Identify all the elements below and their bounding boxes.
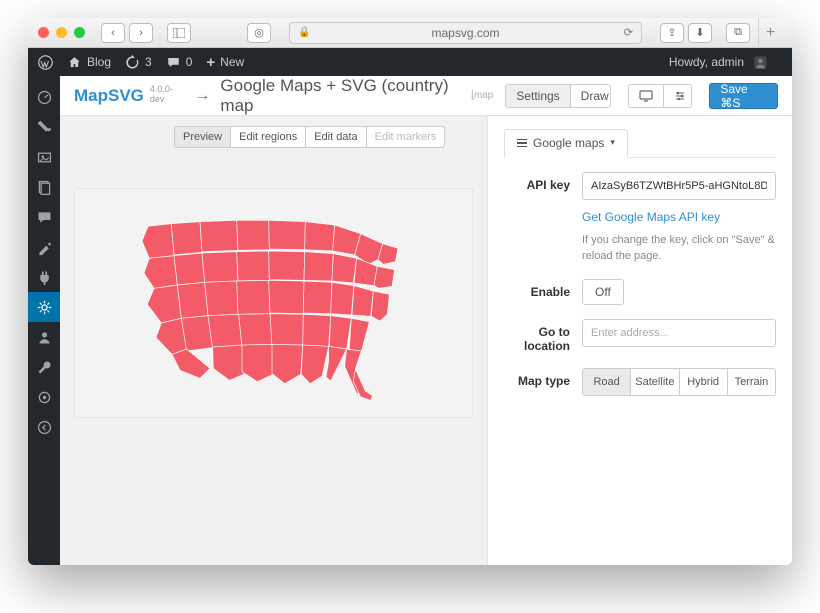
maptype-hybrid[interactable]: Hybrid (680, 369, 728, 395)
row-maptype: Map type Road Satellite Hybrid Terrain (504, 368, 776, 396)
view-tools (628, 84, 692, 108)
maptype-road[interactable]: Road (583, 369, 631, 395)
tab-edit-markers: Edit markers (366, 126, 446, 148)
window-controls (38, 27, 85, 38)
google-maps-tab-label: Google maps (533, 136, 604, 150)
wp-comments-count: 0 (186, 55, 193, 69)
mode-switch: Settings Draw (505, 84, 610, 108)
apikey-note: If you change the key, click on "Save" &… (582, 232, 776, 265)
label-goto: Go to location (504, 319, 582, 354)
link-get-api-key[interactable]: Get Google Maps API key (582, 210, 720, 224)
label-maptype: Map type (504, 368, 582, 396)
wp-sidebar (28, 76, 60, 565)
back-button[interactable]: ‹ (101, 23, 125, 43)
downloads-button[interactable]: ⬇ (688, 23, 712, 43)
wp-site-label: Blog (87, 55, 111, 69)
url-text: mapsvg.com (431, 26, 499, 40)
browser-window: ‹ › ◎ 🔒 mapsvg.com ⟳ ⇪ ⬇ ⧉ + Blog 3 (28, 18, 792, 565)
page-tag: [map (471, 90, 493, 101)
wp-howdy-label: Howdy, admin (669, 55, 744, 69)
close-icon[interactable] (38, 27, 49, 38)
wp-admin-bar: Blog 3 0 + New Howdy, admin (28, 48, 792, 76)
brand[interactable]: MapSVG (74, 86, 144, 106)
sidebar-item-comments[interactable] (28, 202, 60, 232)
version-badge: 4.0.0-dev (150, 84, 185, 104)
url-bar[interactable]: 🔒 mapsvg.com ⟳ (289, 22, 642, 44)
sidebar-item-appearance[interactable] (28, 232, 60, 262)
label-apikey: API key (504, 172, 582, 265)
new-tab-button[interactable]: + (758, 18, 782, 48)
input-apikey[interactable] (582, 172, 776, 200)
mode-draw[interactable]: Draw (571, 85, 611, 107)
tab-edit-regions[interactable]: Edit regions (230, 126, 306, 148)
save-button[interactable]: Save ⌘S (709, 83, 778, 109)
shield-button[interactable]: ◎ (247, 23, 271, 43)
sidebar-item-posts[interactable] (28, 112, 60, 142)
input-goto[interactable] (582, 319, 776, 347)
left-panel: Preview Edit regions Edit data Edit mark… (60, 116, 487, 565)
titlebar: ‹ › ◎ 🔒 mapsvg.com ⟳ ⇪ ⬇ ⧉ + (28, 18, 792, 48)
right-panel: Google maps ▾ API key Get Google Maps AP… (487, 116, 792, 565)
sidebar-item-dashboard[interactable] (28, 82, 60, 112)
tab-edit-data[interactable]: Edit data (305, 126, 366, 148)
view-preview-icon[interactable] (629, 85, 664, 107)
sidebar-item-settings[interactable] (28, 292, 60, 322)
sidebar-item-media[interactable] (28, 142, 60, 172)
google-maps-tab[interactable]: Google maps ▾ (504, 129, 628, 158)
content: MapSVG 4.0.0-dev → Google Maps + SVG (co… (28, 76, 792, 565)
tabs-button[interactable]: ⧉ (726, 23, 750, 43)
sidebar-item-plugins[interactable] (28, 262, 60, 292)
row-goto: Go to location (504, 319, 776, 354)
maptype-satellite[interactable]: Satellite (631, 369, 679, 395)
wp-updates[interactable]: 3 (125, 55, 152, 70)
maptype-segments: Road Satellite Hybrid Terrain (582, 368, 776, 396)
share-button[interactable]: ⇪ (660, 23, 684, 43)
reload-icon[interactable]: ⟳ (624, 26, 633, 39)
page-title: Google Maps + SVG (country) map (220, 76, 465, 116)
mode-settings[interactable]: Settings (506, 85, 570, 107)
wp-new-label: New (220, 55, 244, 69)
maptype-terrain[interactable]: Terrain (728, 369, 775, 395)
toggle-enable[interactable]: Off (582, 279, 624, 305)
zoom-icon[interactable] (74, 27, 85, 38)
map-preview[interactable] (74, 188, 473, 418)
label-enable: Enable (504, 279, 582, 305)
view-sliders-icon[interactable] (664, 85, 692, 107)
lock-icon: 🔒 (298, 27, 310, 38)
plugin-header: MapSVG 4.0.0-dev → Google Maps + SVG (co… (60, 76, 792, 116)
wp-comments[interactable]: 0 (166, 55, 193, 70)
caret-down-icon: ▾ (610, 137, 615, 148)
sidebar-item-generic[interactable] (28, 382, 60, 412)
wp-logo[interactable] (38, 55, 53, 70)
hamburger-icon (517, 139, 527, 148)
us-map-svg (114, 203, 434, 403)
sidebar-collapse[interactable] (28, 412, 60, 442)
wp-howdy[interactable]: Howdy, admin (669, 55, 768, 70)
nav-buttons: ‹ › (101, 23, 153, 43)
row-apikey: API key Get Google Maps API key If you c… (504, 172, 776, 265)
wp-new[interactable]: + New (206, 54, 244, 71)
minimize-icon[interactable] (56, 27, 67, 38)
wp-updates-count: 3 (145, 55, 152, 69)
row-enable: Enable Off (504, 279, 776, 305)
panels: Preview Edit regions Edit data Edit mark… (60, 116, 792, 565)
editor-tabs: Preview Edit regions Edit data Edit mark… (174, 126, 473, 148)
tab-preview[interactable]: Preview (174, 126, 231, 148)
forward-button[interactable]: › (129, 23, 153, 43)
sidebar-toggle-button[interactable] (167, 23, 191, 43)
toolbar-right: ⇪ ⬇ (660, 23, 712, 43)
main: MapSVG 4.0.0-dev → Google Maps + SVG (co… (60, 76, 792, 565)
wp-site-link[interactable]: Blog (67, 55, 111, 70)
sidebar-item-tools[interactable] (28, 352, 60, 382)
sidebar-item-pages[interactable] (28, 172, 60, 202)
sidebar-item-users[interactable] (28, 322, 60, 352)
arrow-icon: → (194, 87, 210, 105)
